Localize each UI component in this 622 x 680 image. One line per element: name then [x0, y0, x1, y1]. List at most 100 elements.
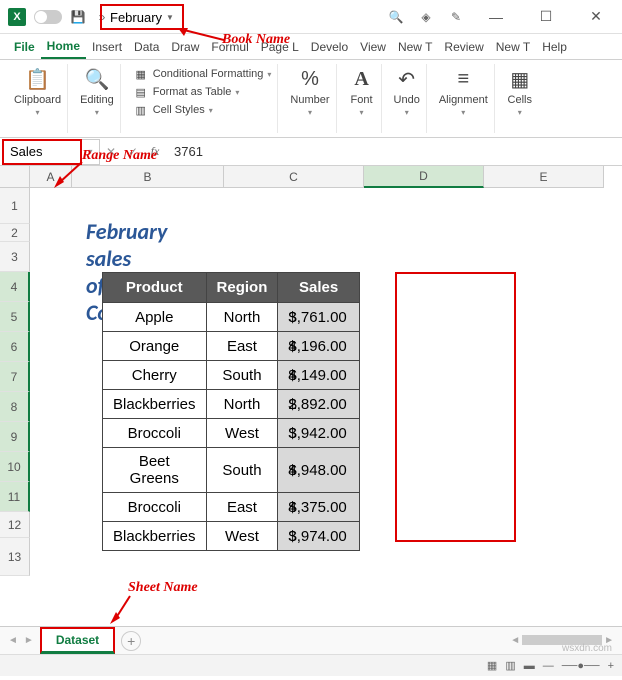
conditional-formatting-button[interactable]: ▦ Conditional Formatting ▾ [133, 66, 272, 82]
row-header-8[interactable]: 8 [0, 392, 30, 422]
maximize-button[interactable]: ☐ [528, 2, 564, 32]
view-break-icon[interactable]: ▬ [524, 660, 535, 672]
cell-product[interactable]: Apple [103, 303, 207, 332]
tab-new1[interactable]: New T [392, 36, 438, 58]
col-header-E[interactable]: E [484, 166, 604, 188]
chevron-down-icon: ▾ [95, 108, 99, 117]
cell-product[interactable]: Broccoli [103, 493, 207, 522]
grid-area: 1 2 3 4 5 6 7 8 9 10 11 12 13 February s… [0, 188, 622, 626]
ribbon-group-number: % Number ▾ [284, 64, 336, 133]
cell-region[interactable]: North [206, 303, 278, 332]
cell-product[interactable]: Blackberries [103, 522, 207, 551]
cell-sales[interactable]: $4,196.00 [278, 332, 359, 361]
row-header-2[interactable]: 2 [0, 224, 30, 242]
cell-styles-button[interactable]: ▥ Cell Styles ▾ [133, 102, 272, 118]
tab-data[interactable]: Data [128, 36, 165, 58]
workbook-name[interactable]: February ▼ [100, 4, 184, 30]
cell-sales[interactable]: $3,974.00 [278, 522, 359, 551]
view-normal-icon[interactable]: ▦ [487, 659, 497, 672]
clipboard-button[interactable]: 📋 Clipboard ▾ [14, 66, 61, 117]
cells-button[interactable]: ▦ Cells ▾ [507, 66, 533, 117]
header-sales[interactable]: Sales [278, 273, 359, 303]
diamond-icon[interactable]: ◈ [418, 9, 434, 25]
cell-region[interactable]: West [206, 522, 278, 551]
header-region[interactable]: Region [206, 273, 278, 303]
tab-home[interactable]: Home [41, 35, 86, 59]
name-box[interactable]: Sales [2, 139, 82, 165]
cell-sales[interactable]: $2,892.00 [278, 390, 359, 419]
tab-review[interactable]: Review [438, 36, 489, 58]
row-header-10[interactable]: 10 [0, 452, 30, 482]
row-header-12[interactable]: 12 [0, 512, 30, 538]
cell-sales[interactable]: $3,761.00 [278, 303, 359, 332]
tab-help[interactable]: Help [536, 36, 573, 58]
tab-view[interactable]: View [354, 36, 392, 58]
cell-product[interactable]: Orange [103, 332, 207, 361]
row-header-1[interactable]: 1 [0, 188, 30, 224]
pen-icon[interactable]: ✎ [448, 9, 464, 25]
cell-product[interactable]: Beet Greens [103, 448, 207, 493]
search-icon[interactable]: 🔍 [388, 9, 404, 25]
cell-region[interactable]: North [206, 390, 278, 419]
cell-region[interactable]: East [206, 332, 278, 361]
tab-page-layout[interactable]: Page L [255, 36, 305, 58]
tab-insert[interactable]: Insert [86, 36, 128, 58]
fx-button[interactable]: fx [144, 144, 166, 159]
number-button[interactable]: % Number ▾ [290, 66, 329, 117]
workbook-name-label: February [110, 10, 162, 25]
row-header-3[interactable]: 3 [0, 242, 30, 272]
cell-product[interactable]: Broccoli [103, 419, 207, 448]
alignment-button[interactable]: ≡ Alignment ▾ [439, 66, 488, 117]
cell-region[interactable]: East [206, 493, 278, 522]
row-header-6[interactable]: 6 [0, 332, 30, 362]
tab-file[interactable]: File [8, 36, 41, 58]
sheet-nav-prev[interactable]: ◄ [8, 635, 18, 646]
autosave-toggle[interactable] [34, 10, 62, 24]
tab-new2[interactable]: New T [490, 36, 536, 58]
cell-region[interactable]: South [206, 448, 278, 493]
cell-product[interactable]: Blackberries [103, 390, 207, 419]
col-header-B[interactable]: B [72, 166, 224, 188]
cell-sales[interactable]: $4,149.00 [278, 361, 359, 390]
sheet-tab-dataset[interactable]: Dataset [40, 627, 115, 654]
col-header-D[interactable]: D [364, 166, 484, 188]
cell-sales[interactable]: $4,375.00 [278, 493, 359, 522]
row-header-5[interactable]: 5 [0, 302, 30, 332]
formula-input[interactable]: 3761 [166, 138, 622, 165]
font-button[interactable]: A Font ▾ [349, 66, 375, 117]
col-header-C[interactable]: C [224, 166, 364, 188]
select-all-corner[interactable] [0, 166, 30, 188]
tab-developer[interactable]: Develo [305, 36, 354, 58]
format-as-table-button[interactable]: ▤ Format as Table ▾ [133, 84, 272, 100]
tab-draw[interactable]: Draw [165, 36, 205, 58]
close-button[interactable]: ✕ [578, 2, 614, 32]
row-header-13[interactable]: 13 [0, 538, 30, 576]
undo-button[interactable]: ↶ Undo ▾ [394, 66, 420, 117]
row-header-11[interactable]: 11 [0, 482, 30, 512]
cancel-formula-button[interactable]: ✕ [100, 145, 122, 159]
minimize-button[interactable]: — [478, 2, 514, 32]
zoom-out-button[interactable]: — [543, 660, 554, 672]
cell-sales[interactable]: $3,942.00 [278, 419, 359, 448]
row-header-9[interactable]: 9 [0, 422, 30, 452]
row-header-7[interactable]: 7 [0, 362, 30, 392]
enter-formula-button[interactable]: ✓ [122, 145, 144, 159]
editing-button[interactable]: 🔍 Editing ▾ [80, 66, 114, 117]
cell-sales[interactable]: $4,948.00 [278, 448, 359, 493]
sheet-nav-next[interactable]: ► [24, 635, 34, 646]
add-sheet-button[interactable]: + [121, 631, 141, 651]
cell-product[interactable]: Cherry [103, 361, 207, 390]
col-header-A[interactable]: A [30, 166, 72, 188]
status-bar: ▦ ▥ ▬ — ──●── + [0, 654, 622, 676]
table-row: BroccoliWest$3,942.00 [103, 419, 360, 448]
row-header-4[interactable]: 4 [0, 272, 30, 302]
name-box-dropdown[interactable]: ▾ [82, 139, 100, 165]
cell-region[interactable]: South [206, 361, 278, 390]
tab-formulas[interactable]: Formul [205, 36, 254, 58]
view-page-icon[interactable]: ▥ [505, 659, 515, 672]
zoom-in-button[interactable]: + [608, 660, 614, 672]
cell-region[interactable]: West [206, 419, 278, 448]
zoom-slider[interactable]: ──●── [562, 660, 600, 672]
save-icon[interactable]: 💾 [70, 9, 86, 25]
header-product[interactable]: Product [103, 273, 207, 303]
